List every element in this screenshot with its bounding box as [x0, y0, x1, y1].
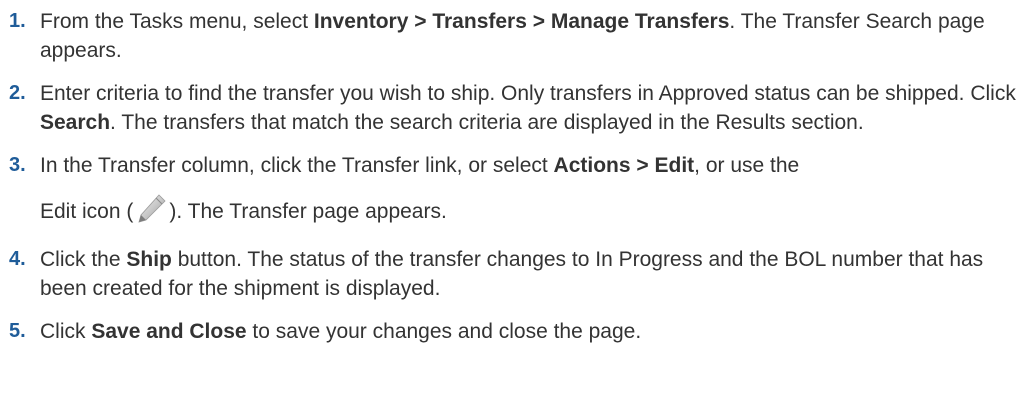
step-1: 1. From the Tasks menu, select Inventory … [0, 7, 1026, 65]
menu-path: Inventory > Transfers > Manage Transfers [313, 10, 730, 33]
step-text: Edit icon ( [40, 200, 134, 223]
save-and-close-button-name: Save and Close [91, 320, 247, 343]
step-text: In the Transfer column, click the Transf… [40, 154, 554, 177]
instruction-steps: 1. From the Tasks menu, select Inventory … [0, 0, 1026, 346]
step-text: Click [40, 320, 92, 343]
step-number: 5. [9, 320, 26, 342]
search-button-name: Search [40, 111, 111, 134]
ship-button-name: Ship [126, 248, 172, 271]
step-text: Click the [40, 248, 127, 271]
step-number: 1. [9, 10, 26, 32]
step-text: button. The status of the transfer chang… [40, 248, 984, 300]
step-text: From the Tasks menu, select [40, 10, 314, 33]
step-number: 3. [9, 154, 26, 176]
step-number: 2. [9, 82, 26, 104]
step-line-2: Edit icon ( ). The Transfer page appears… [40, 193, 1026, 231]
step-text: . The transfers that match the search cr… [110, 111, 864, 134]
step-text: , or use the [694, 154, 800, 177]
step-2: 2. Enter criteria to find the transfer yo… [0, 79, 1026, 137]
step-number: 4. [9, 248, 26, 270]
step-5: 5. Click Save and Close to save your chan… [0, 317, 1026, 346]
edit-pencil-icon [135, 193, 167, 231]
step-4: 4. Click the Ship button. The status of t… [0, 245, 1026, 303]
step-text: Enter criteria to find the transfer you … [40, 82, 1016, 105]
step-text: to save your changes and close the page. [246, 320, 642, 343]
step-text: ). The Transfer page appears. [169, 200, 447, 223]
menu-path: Actions > Edit [553, 154, 695, 177]
step-3: 3. In the Transfer column, click the Tran… [0, 151, 1026, 231]
